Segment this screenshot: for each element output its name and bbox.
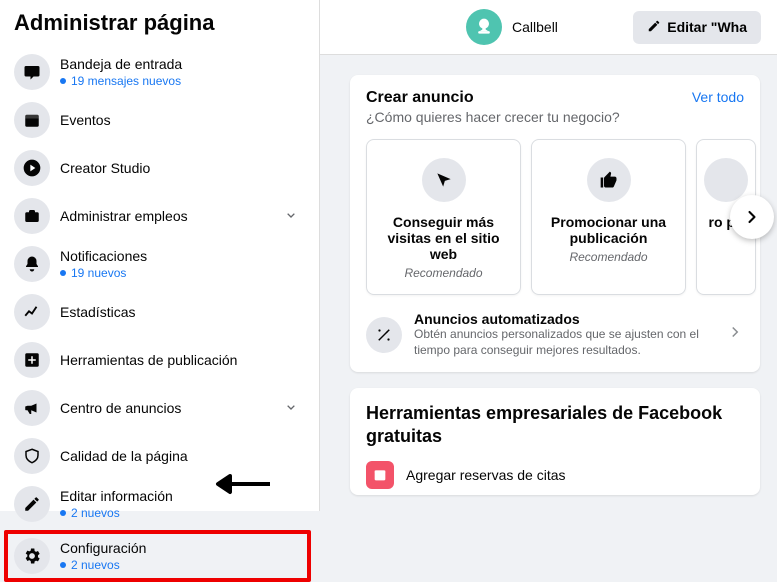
sidebar-item-insights[interactable]: Estadísticas	[0, 288, 319, 336]
sidebar-item-label: Estadísticas	[60, 304, 305, 320]
tool-item-appointments[interactable]: Agregar reservas de citas	[366, 461, 744, 489]
gear-icon	[14, 538, 50, 574]
sidebar-item-page-quality[interactable]: Calidad de la página	[0, 432, 319, 480]
ad-options-row: Conseguir más visitas en el sitio web Re…	[366, 139, 744, 295]
sidebar-item-publishing-tools[interactable]: Herramientas de publicación	[0, 336, 319, 384]
ad-option-sub: Recomendado	[569, 250, 647, 264]
sidebar-item-label: Notificaciones	[60, 248, 305, 264]
sidebar: Administrar página Bandeja de entrada 19…	[0, 0, 320, 511]
sidebar-item-label: Centro de anuncios	[60, 400, 283, 416]
sidebar-item-label: Calidad de la página	[60, 448, 305, 464]
sidebar-item-label: Eventos	[60, 112, 305, 128]
create-ad-title: Crear anuncio	[366, 89, 474, 107]
cursor-icon	[422, 158, 466, 202]
ad-option-website-visits[interactable]: Conseguir más visitas en el sitio web Re…	[366, 139, 521, 295]
page-avatar[interactable]	[466, 9, 502, 45]
sidebar-item-creator-studio[interactable]: Creator Studio	[0, 144, 319, 192]
thumbs-up-icon	[587, 158, 631, 202]
pencil-icon	[14, 486, 50, 522]
auto-ads-description: Obtén anuncios personalizados que se aju…	[414, 327, 714, 358]
calendar-icon	[14, 102, 50, 138]
business-tools-card: Herramientas empresariales de Facebook g…	[350, 388, 760, 495]
sidebar-item-label: Configuración	[60, 540, 301, 556]
sidebar-item-label: Herramientas de publicación	[60, 352, 305, 368]
sidebar-item-jobs[interactable]: Administrar empleos	[0, 192, 319, 240]
ad-option-sub: Recomendado	[404, 266, 482, 280]
shield-icon	[14, 438, 50, 474]
annotation-highlight: Configuración 2 nuevos	[4, 530, 311, 582]
ad-option-title: Promocionar una publicación	[542, 214, 675, 246]
bell-icon	[14, 246, 50, 282]
magic-wand-icon	[366, 317, 402, 353]
inbox-icon	[14, 54, 50, 90]
megaphone-icon	[14, 390, 50, 426]
post-icon	[14, 342, 50, 378]
main: Crear anuncio Ver todo ¿Cómo quieres hac…	[320, 55, 777, 511]
unread-dot-icon	[60, 270, 66, 276]
sidebar-item-label: Administrar empleos	[60, 208, 283, 224]
automated-ads-row[interactable]: Anuncios automatizados Obtén anuncios pe…	[366, 311, 744, 358]
sidebar-item-label: Creator Studio	[60, 160, 305, 176]
topbar: Callbell Editar "Wha	[320, 0, 777, 55]
page-name[interactable]: Callbell	[512, 19, 558, 35]
chevron-right-icon	[742, 207, 762, 227]
sidebar-item-inbox[interactable]: Bandeja de entrada 19 mensajes nuevos	[0, 48, 319, 96]
unread-dot-icon	[60, 562, 66, 568]
chevron-down-icon	[283, 399, 299, 418]
play-icon	[14, 150, 50, 186]
sidebar-item-notifications[interactable]: Notificaciones 19 nuevos	[0, 240, 319, 288]
stats-icon	[14, 294, 50, 330]
generic-icon	[704, 158, 748, 202]
see-all-link[interactable]: Ver todo	[692, 89, 744, 105]
pencil-icon	[647, 19, 661, 36]
sidebar-item-label: Editar información	[60, 488, 305, 504]
chevron-right-icon	[726, 323, 744, 346]
sidebar-item-ad-center[interactable]: Centro de anuncios	[0, 384, 319, 432]
ad-option-title: Conseguir más visitas en el sitio web	[377, 214, 510, 262]
create-ad-card: Crear anuncio Ver todo ¿Cómo quieres hac…	[350, 75, 760, 372]
unread-dot-icon	[60, 78, 66, 84]
sidebar-item-events[interactable]: Eventos	[0, 96, 319, 144]
sidebar-item-settings[interactable]: Configuración 2 nuevos	[8, 534, 307, 578]
sidebar-title: Administrar página	[0, 0, 319, 48]
briefcase-icon	[14, 198, 50, 234]
create-ad-subtitle: ¿Cómo quieres hacer crecer tu negocio?	[366, 109, 744, 125]
carousel-next-button[interactable]	[730, 195, 774, 239]
tool-item-label: Agregar reservas de citas	[406, 467, 566, 483]
booking-icon	[366, 461, 394, 489]
business-tools-title: Herramientas empresariales de Facebook g…	[366, 402, 744, 447]
sidebar-item-label: Bandeja de entrada	[60, 56, 305, 72]
ad-option-boost-post[interactable]: Promocionar una publicación Recomendado	[531, 139, 686, 295]
auto-ads-title: Anuncios automatizados	[414, 311, 714, 327]
edit-button[interactable]: Editar "Wha	[633, 11, 761, 44]
sidebar-item-edit-info[interactable]: Editar información 2 nuevos	[0, 480, 319, 528]
chevron-down-icon	[283, 207, 299, 226]
